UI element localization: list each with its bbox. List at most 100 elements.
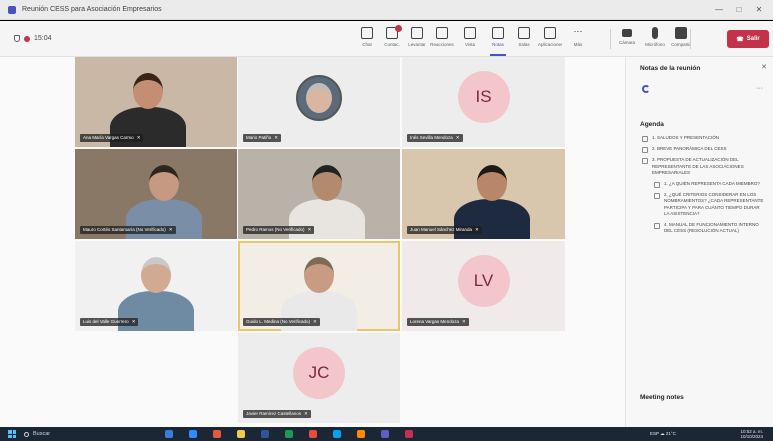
taskbar-app-icon[interactable] (405, 430, 413, 438)
participant-face (149, 165, 180, 202)
agenda-item[interactable]: 4. Manual de funcionamiento interno del … (654, 222, 766, 235)
toolbar-label: Notas (492, 42, 504, 47)
toolbar-notes-button[interactable]: Notas (486, 25, 510, 56)
share-icon (675, 27, 687, 39)
mic-off-icon: ✕ (461, 319, 466, 324)
taskbar-app-icon[interactable] (309, 430, 317, 438)
agenda-item-text: 2. Breve panorámica del CESS (652, 146, 727, 151)
shield-icon (14, 35, 20, 42)
participant-tile[interactable]: Ana María Vargas Carmo ✕ (75, 57, 237, 147)
agenda-item-text: 1. ¿A quién representa cada miembro? (664, 180, 760, 186)
agenda-item[interactable]: 2. Breve panorámica del CESS (642, 146, 766, 153)
toolbar-rooms-button[interactable]: Salas (512, 25, 536, 53)
participant-name-text: Mauro Cortés Santamaría (No Verificado) (83, 227, 166, 232)
mic-off-icon: ✕ (304, 411, 308, 416)
search-icon (24, 431, 29, 437)
agenda-item[interactable]: 1. Saludos y presentación (642, 135, 766, 142)
checkbox[interactable] (642, 147, 648, 153)
notes-icon (492, 27, 504, 39)
mic-off-icon: ✕ (313, 319, 317, 324)
close-icon[interactable]: ✕ (761, 63, 767, 71)
participant-tile[interactable]: Mario Patiño ✕ (238, 57, 400, 147)
participant-name: Pedro Ramos (No Verificado) ✕ (243, 226, 315, 234)
toolbar-label: Micrófono (645, 42, 665, 47)
taskbar-app-icon[interactable] (261, 430, 269, 438)
meeting-notes-panel: Notas de la reunión ✕ ··· Agenda 1. Salu… (625, 57, 773, 427)
toolbar-chat-button[interactable]: Chat (355, 25, 379, 53)
meeting-timer: 15:04 (34, 35, 52, 42)
more-icon: ··· (573, 26, 583, 36)
toolbar-label: Chat (362, 42, 372, 47)
toolbar-label: Cámara (618, 40, 635, 45)
participant-tile[interactable]: LV Lorena Vargas Mendoza ✕ (402, 241, 565, 331)
agenda-item[interactable]: 1. ¿A quién representa cada miembro? (654, 181, 766, 188)
participant-name: Guido L. Medina (No Verificado) ✕ (243, 318, 320, 326)
more-options-icon[interactable]: ··· (756, 85, 763, 92)
toolbar-view-button[interactable]: Vista (458, 25, 482, 53)
taskbar-app-icon[interactable] (189, 430, 197, 438)
maximize-button[interactable]: □ (732, 4, 746, 16)
leave-label: Salir (746, 36, 760, 42)
recording-icon (24, 35, 30, 42)
checkbox[interactable] (654, 222, 660, 229)
participant-face (132, 73, 163, 110)
participant-tile[interactable]: JC Javier Ramírez Castellanos ✕ (238, 333, 400, 423)
participant-avatar: JC (293, 347, 345, 399)
agenda-item-text: 4. Manual de funcionamiento interno del … (664, 221, 759, 234)
leave-button[interactable]: ☎ Salir (727, 30, 769, 48)
toolbar-camera-button[interactable]: Cámara (615, 25, 639, 53)
agenda-item[interactable]: 2. ¿Qué criterios considerar en los nomb… (654, 192, 766, 218)
microphone-icon (652, 27, 658, 39)
rooms-icon (518, 27, 530, 39)
participant-avatar: IS (457, 71, 510, 123)
checkbox[interactable] (642, 158, 648, 164)
toolbar-label: Salas (518, 42, 530, 47)
meeting-status: 15:04 (14, 35, 52, 42)
taskbar-app-icon[interactable] (333, 430, 341, 438)
taskbar-app-icon[interactable] (165, 430, 173, 438)
mic-off-icon: ✕ (455, 135, 460, 140)
start-button[interactable] (8, 430, 16, 438)
taskbar-app-icon[interactable] (213, 430, 221, 438)
mic-off-icon: ✕ (475, 227, 479, 232)
taskbar-app-icon[interactable] (237, 430, 245, 438)
taskbar-app-icon[interactable] (357, 430, 365, 438)
participant-name: Inés Sevilla Mendoza ✕ (407, 134, 463, 142)
agenda-item-text: 2. ¿Qué criterios considerar en los nomb… (664, 191, 764, 217)
participant-tile[interactable]: Mauro Cortés Santamaría (No Verificado) ✕ (75, 149, 237, 239)
checkbox[interactable] (654, 181, 660, 188)
windows-taskbar: Buscar ESP ☁ 21°C 10:52 a. m. 10/10/2024 (0, 427, 773, 441)
close-window-button[interactable]: ✕ (752, 4, 766, 16)
toolbar-microphone-button[interactable]: Micrófono (643, 25, 667, 53)
title-bar: Reunión CESS para Asociación Empresarios… (0, 0, 773, 20)
participant-name: Mauro Cortés Santamaría (No Verificado) ✕ (80, 226, 176, 234)
checkbox[interactable] (642, 136, 648, 142)
checkbox[interactable] (654, 192, 660, 199)
clock[interactable]: 10:52 a. m. 10/10/2024 (740, 429, 763, 439)
participant-tile[interactable]: Guido L. Medina (No Verificado) ✕ (238, 241, 400, 331)
toolbar-label: Contac. (384, 42, 400, 47)
participant-name-text: Javier Ramírez Castellanos (246, 411, 302, 416)
participant-tile[interactable]: Pedro Ramos (No Verificado) ✕ (238, 149, 400, 239)
toolbar-more-button[interactable]: ··· Más (566, 25, 590, 53)
participant-name: Juan Manuel Sánchez Miranda ✕ (407, 226, 482, 234)
toolbar-reactions-button[interactable]: Reacciones (430, 25, 454, 53)
toolbar-apps-button[interactable]: Aplicaciones (538, 25, 562, 53)
participant-tile[interactable]: Juan Manuel Sánchez Miranda ✕ (402, 149, 565, 239)
mic-off-icon: ✕ (131, 319, 136, 324)
agenda-item[interactable]: 3. Propuesta de actualización del repres… (642, 157, 766, 177)
participant-tile[interactable]: Luis del Valle Guerrero ✕ (75, 241, 237, 331)
participant-face (306, 83, 332, 113)
loop-icon (642, 85, 650, 93)
participant-tile[interactable]: IS Inés Sevilla Mendoza ✕ (402, 57, 565, 147)
video-stage: Ana María Vargas Carmo ✕ Mario Patiño ✕ IS In… (0, 57, 625, 427)
taskbar-search[interactable]: Buscar (24, 429, 134, 439)
minimize-button[interactable]: — (712, 4, 726, 16)
taskbar-app-icon[interactable] (381, 430, 389, 438)
participant-name: Lorena Vargas Mendoza ✕ (407, 318, 469, 326)
agenda-heading: Agenda (640, 121, 664, 128)
teams-logo-icon (8, 6, 16, 14)
toolbar-raise-hand-button[interactable]: Levantar (405, 25, 429, 53)
taskbar-app-icon[interactable] (285, 430, 293, 438)
toolbar-people-button[interactable]: Contac. (380, 25, 404, 53)
